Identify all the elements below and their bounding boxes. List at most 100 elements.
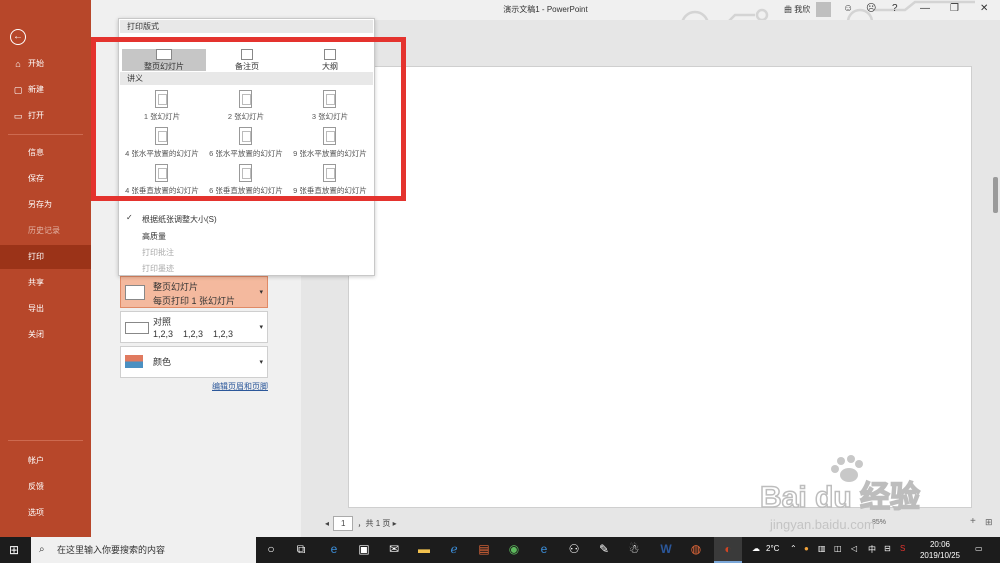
edge-icon[interactable]: e [326,541,342,557]
keyboard-icon[interactable]: ⊟ [884,544,891,553]
clock[interactable]: 20:06 2019/10/25 [915,539,965,561]
next-page-button[interactable]: ▸ [393,519,397,528]
sidebar-item-print[interactable]: 打印 [0,245,91,269]
sidebar-item-label: 保存 [28,174,44,183]
smiley-icon[interactable]: ☺ [843,3,853,14]
sidebar-item-label: 反馈 [28,482,44,491]
sidebar-item-label: 打印 [28,252,44,261]
sidebar-item-open[interactable]: ▭ 打开 [0,104,91,128]
new-document-icon: ▢ [13,85,23,95]
folder-icon: ▭ [13,111,23,121]
sidebar-item-label: 导出 [28,304,44,313]
minimize-button[interactable]: — [920,3,930,14]
tray-app-icon[interactable]: ● [804,544,809,553]
collate-setting[interactable]: 对照 1,2,3 1,2,3 1,2,3 ▾ [120,311,268,343]
powerpoint-taskbar-button[interactable]: ◐ [714,537,742,563]
chevron-down-icon: ▾ [259,359,263,366]
temperature: 2°C [766,544,780,553]
volume-icon[interactable]: ◁ [851,544,857,553]
cortana-icon[interactable]: ○ [263,541,279,557]
frown-icon[interactable]: ☹ [866,3,876,14]
sidebar-item-label: 打开 [28,111,44,120]
sidebar-item-save-as[interactable]: 另存为 [0,193,91,217]
sidebar-item-label: 选项 [28,508,44,517]
help-button[interactable]: ? [892,3,898,14]
qq-icon[interactable]: ☃ [626,541,642,557]
preview-scrollbar[interactable] [993,177,998,213]
taskbar-search-box[interactable]: ⌕ 在这里输入你要搜索的内容 [31,537,256,563]
app-icon[interactable]: ▤ [476,541,492,557]
store-icon[interactable]: ▣ [356,541,372,557]
tray-chevron-icon[interactable]: ⌃ [790,544,797,553]
network-icon[interactable]: ◫ [834,544,842,553]
zoom-in-button[interactable]: + [970,516,976,527]
weather-icon[interactable]: ☁ [752,544,760,553]
ime-indicator[interactable]: 中 [868,544,876,555]
browser-360-icon[interactable]: ◉ [506,541,522,557]
setting-title: 对照 [153,317,172,327]
clock-time: 20:06 [929,540,951,549]
option-print-ink[interactable]: 打印墨迹 [142,263,174,274]
option-print-comments[interactable]: 打印批注 [142,247,174,258]
sidebar-item-label: 共享 [28,278,44,287]
color-setting[interactable]: 颜色 ▾ [120,346,268,378]
search-placeholder: 在这里输入你要搜索的内容 [57,545,166,555]
network-app-icon[interactable]: ⚇ [566,541,582,557]
setting-title: 颜色 [153,357,172,367]
sidebar-item-info[interactable]: 信息 [0,141,91,165]
option-fit-to-paper[interactable]: 根据纸张调整大小(S) [142,214,217,225]
notification-icon[interactable]: ▭ [975,544,983,553]
edge-legacy-icon[interactable]: e [536,541,552,557]
clock-date: 2019/10/25 [919,551,961,560]
user-name[interactable]: 曲 我欣 [784,4,810,15]
word-icon[interactable]: W [658,541,674,557]
sidebar-item-label: 关闭 [28,330,44,339]
sidebar-item-save[interactable]: 保存 [0,167,91,191]
firefox-icon[interactable]: ◍ [688,541,704,557]
file-explorer-icon[interactable]: ▬ [416,541,432,557]
sidebar-item-home[interactable]: ⌂ 开始 [0,52,91,76]
highlight-box [91,37,406,201]
home-icon: ⌂ [15,59,21,69]
prev-page-button[interactable]: ◂ [325,519,329,528]
checkmark-icon: ✓ [126,213,133,222]
baidu-watermark: Bai du 经验 jingyan.baidu.com [759,455,921,532]
sidebar-item-share[interactable]: 共享 [0,271,91,295]
print-layout-setting[interactable]: 整页幻灯片 每页打印 1 张幻灯片 ▾ [120,276,268,308]
sidebar-divider [8,440,83,441]
sidebar-item-options[interactable]: 选项 [0,501,91,525]
edit-header-footer-link[interactable]: 编辑页眉和页脚 [212,381,268,392]
sidebar-item-label: 新建 [28,85,44,94]
task-view-icon[interactable]: ⧉ [293,541,309,557]
sidebar-item-label: 开始 [28,59,44,68]
sidebar-item-new[interactable]: ▢ 新建 [0,78,91,102]
sidebar-item-label: 信息 [28,148,44,157]
page-total: ，共 1 页 [357,519,391,528]
close-button[interactable]: ✕ [980,3,988,14]
slide-icon [125,285,145,300]
option-high-quality[interactable]: 高质量 [142,231,166,242]
page-number-input[interactable]: 1 [333,516,354,531]
sidebar-item-label: 另存为 [28,200,52,209]
antivirus-icon[interactable]: S [900,544,905,553]
ie-icon[interactable]: ℯ [446,541,462,557]
back-arrow-icon[interactable]: ← [10,29,26,45]
windows-taskbar: ⊞ ⌕ 在这里输入你要搜索的内容 ○ ⧉ e ▣ ✉ ▬ ℯ ▤ ◉ e ⚇ ✎… [0,537,1000,563]
sidebar-item-label: 历史记录 [28,226,60,235]
fit-page-icon[interactable]: ⊞ [985,517,993,528]
sidebar-item-history[interactable]: 历史记录 [0,219,91,243]
notepad-icon[interactable]: ✎ [596,541,612,557]
mail-icon[interactable]: ✉ [386,541,402,557]
windows-icon[interactable]: ⊞ [9,543,19,557]
sidebar-item-close[interactable]: 关闭 [0,323,91,347]
sidebar-item-export[interactable]: 导出 [0,297,91,321]
avatar[interactable] [816,2,831,17]
tray-icon[interactable]: ▥ [818,544,826,553]
color-icon [125,355,143,368]
setting-title: 整页幻灯片 [153,282,199,292]
sidebar-item-feedback[interactable]: 反馈 [0,475,91,499]
restore-button[interactable]: ❐ [950,3,959,14]
sidebar-item-account[interactable]: 帐户 [0,449,91,473]
slide-preview [348,66,972,508]
setting-subtitle: 每页打印 1 张幻灯片 [153,296,236,306]
